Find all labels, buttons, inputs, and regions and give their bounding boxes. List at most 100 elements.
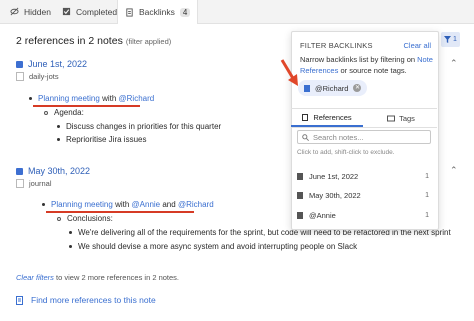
bullet-icon	[69, 231, 72, 235]
file-icon	[16, 72, 24, 81]
tab-backlinks-label: Backlinks	[139, 7, 175, 17]
text-with: with	[115, 200, 130, 209]
search-icon	[302, 133, 309, 141]
text-with: with	[102, 94, 117, 103]
filter-button[interactable]: 1	[441, 32, 460, 47]
list-item: Agenda:	[44, 108, 84, 117]
collapse-chevron-icon[interactable]: ⌃	[450, 58, 458, 69]
bullet-text: We should devise a more async system and…	[78, 242, 358, 251]
document-search-icon	[16, 295, 23, 305]
desc-text: or source note tags.	[340, 66, 407, 75]
richard-mention[interactable]: @Richard	[119, 94, 155, 103]
item-count: 1	[425, 211, 429, 219]
list-item: Conclusions:	[57, 214, 113, 223]
tab-hidden-label: Hidden	[24, 6, 51, 17]
bullet-text: Reprioritise Jira issues	[66, 135, 147, 144]
agenda-text: Agenda:	[54, 108, 84, 117]
note-title-june-1[interactable]: June 1st, 2022	[16, 59, 87, 69]
list-item: Reprioritise Jira issues	[57, 135, 146, 144]
tab-backlinks[interactable]: Backlinks 4	[117, 0, 199, 24]
bullet-icon	[44, 110, 48, 115]
filter-count: 1	[453, 36, 457, 43]
richard-filter-chip[interactable]: @Richard ✕	[298, 80, 368, 96]
bullet-icon	[42, 203, 45, 207]
remove-chip-icon[interactable]: ✕	[353, 84, 362, 92]
annotation-underline	[46, 211, 194, 213]
backlinks-count-badge: 4	[179, 7, 191, 17]
bullet-icon	[29, 97, 32, 101]
clear-filters-link[interactable]: Clear filters	[16, 273, 54, 282]
bullet-icon	[57, 125, 60, 129]
chip-label: @Richard	[315, 83, 349, 93]
richard-mention[interactable]: @Richard	[178, 200, 214, 209]
find-more-references[interactable]: Find more references to this note	[16, 295, 156, 305]
calendar-icon	[16, 60, 23, 68]
text-and: and	[162, 200, 176, 209]
clear-all-button[interactable]: Clear all	[403, 41, 431, 50]
bullet-icon	[57, 216, 61, 221]
popover-list-item[interactable]: @Annie 1	[297, 208, 429, 222]
document-icon	[297, 172, 303, 180]
item-label: May 30th, 2022	[309, 190, 361, 200]
popover-title: FILTER BACKLINKS	[300, 41, 373, 50]
tab-completed[interactable]: Completed	[62, 0, 117, 23]
item-count: 1	[425, 191, 429, 199]
list-item: We should devise a more async system and…	[69, 242, 357, 251]
bullet-text: Discuss changes in priorities for this q…	[66, 122, 222, 131]
popover-description: Narrow backlinks list by filtering on No…	[300, 54, 433, 76]
tab-references[interactable]: References	[291, 109, 363, 127]
popover-list-item[interactable]: May 30th, 2022 1	[297, 188, 429, 202]
bullet-icon	[69, 245, 72, 249]
checkbox-icon	[62, 7, 71, 16]
filter-applied-note: (filter applied)	[125, 37, 172, 46]
popover-tabs: References Tags	[291, 108, 437, 128]
tab-completed-label: Completed	[76, 6, 118, 17]
document-icon	[302, 113, 309, 121]
list-item: Planning meeting with @Richard	[29, 94, 154, 103]
tab-bar: Hidden Completed Backlinks 4	[0, 0, 474, 24]
annie-mention[interactable]: @Annie	[132, 200, 161, 209]
search-placeholder: Search notes...	[313, 132, 364, 142]
calendar-icon	[16, 167, 23, 175]
note-folder-label: daily-jots	[29, 72, 59, 81]
item-label: June 1st, 2022	[309, 171, 359, 181]
references-summary: 2 references in 2 notes (filter applied)	[16, 35, 171, 47]
summary-text: 2 references in 2 notes	[16, 35, 123, 47]
search-notes-input[interactable]: Search notes...	[297, 130, 431, 144]
document-icon	[126, 7, 133, 17]
popover-list-item[interactable]: June 1st, 2022 1	[297, 169, 429, 183]
item-count: 1	[425, 172, 429, 180]
list-item: Planning meeting with @Annie and @Richar…	[42, 200, 214, 209]
tab-hidden[interactable]: Hidden	[10, 0, 51, 23]
clear-filters-note: Clear filters to view 2 more references …	[16, 273, 179, 282]
conclusions-text: Conclusions:	[67, 214, 113, 223]
note-folder: journal	[16, 179, 52, 188]
annotation-underline	[33, 105, 140, 107]
annotation-arrow-icon	[280, 59, 298, 86]
tab-references-label: References	[313, 112, 352, 122]
filter-icon	[444, 36, 452, 43]
tab-tags[interactable]: Tags	[371, 109, 431, 127]
item-label: @Annie	[309, 210, 336, 220]
note-title-label: May 30th, 2022	[28, 166, 91, 176]
document-icon	[304, 84, 310, 92]
note-title-may-30[interactable]: May 30th, 2022	[16, 166, 90, 176]
file-icon	[16, 179, 24, 188]
note-folder: daily-jots	[16, 72, 59, 81]
note-title-label: June 1st, 2022	[28, 59, 88, 69]
bullet-icon	[57, 138, 60, 142]
note-folder-label: journal	[29, 179, 52, 188]
eye-off-icon	[10, 7, 19, 16]
collapse-chevron-icon[interactable]: ⌃	[450, 165, 458, 176]
tag-icon	[387, 115, 396, 121]
tab-tags-label: Tags	[399, 113, 415, 123]
list-item: Discuss changes in priorities for this q…	[57, 122, 221, 131]
desc-text: Narrow backlinks list by filtering on	[300, 55, 416, 64]
planning-meeting-link[interactable]: Planning meeting	[51, 200, 113, 209]
document-icon	[297, 191, 303, 199]
planning-meeting-link[interactable]: Planning meeting	[38, 94, 100, 103]
document-icon	[297, 211, 303, 219]
find-more-label: Find more references to this note	[31, 295, 156, 305]
clear-filters-text: to view 2 more references in 2 notes.	[56, 273, 180, 282]
search-hint: Click to add, shift-click to exclude.	[297, 149, 395, 156]
